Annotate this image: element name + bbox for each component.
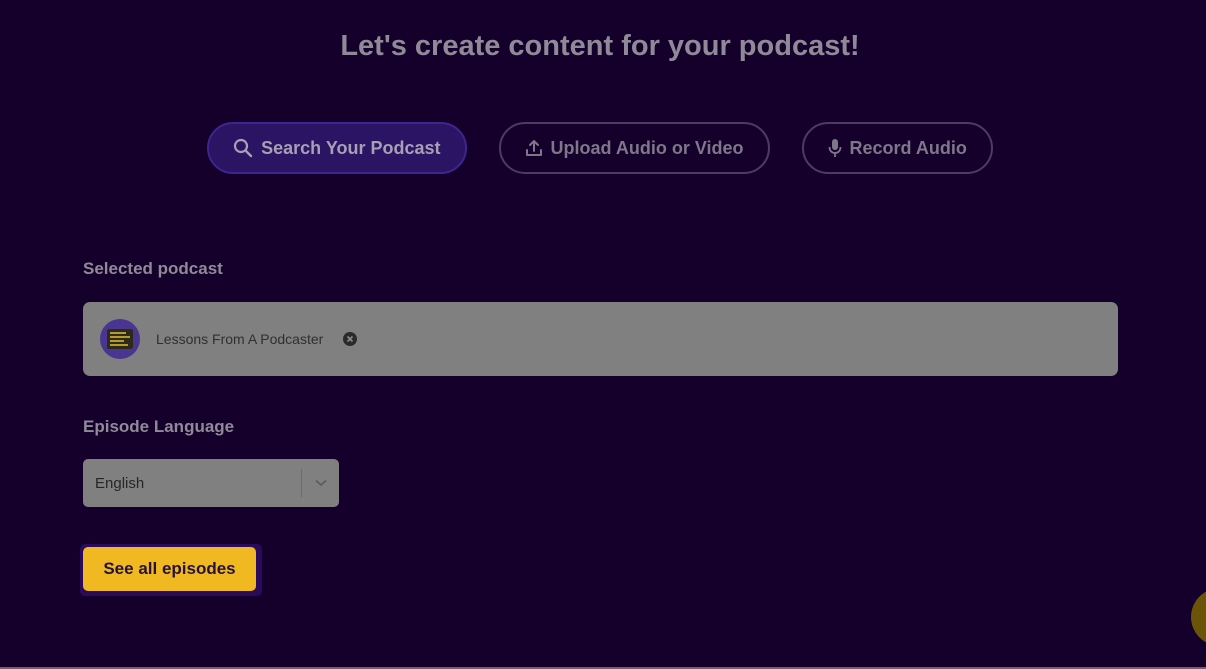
podcast-name: Lessons From A Podcaster xyxy=(156,331,324,347)
tab-record-audio[interactable]: Record Audio xyxy=(801,122,993,174)
episode-language-select[interactable]: English xyxy=(83,459,339,507)
episode-language-label: Episode Language xyxy=(83,417,235,436)
tab-search-your-podcast[interactable]: Search Your Podcast xyxy=(207,122,467,174)
see-all-episodes-focus-ring: See all episodes xyxy=(80,544,262,596)
page-title: Let's create content for your podcast! xyxy=(340,30,860,62)
tab-label: Record Audio xyxy=(849,137,967,158)
chat-launcher-button[interactable] xyxy=(1191,588,1206,646)
tab-upload-audio-or-video[interactable]: Upload Audio or Video xyxy=(498,122,770,174)
tab-label: Upload Audio or Video xyxy=(550,137,744,158)
upload-icon xyxy=(525,139,543,157)
remove-podcast-button[interactable] xyxy=(343,332,358,346)
close-icon xyxy=(347,335,354,343)
language-value: English xyxy=(95,474,145,492)
selected-podcast-field[interactable]: Lessons From A Podcaster xyxy=(83,302,1118,376)
tab-label: Search Your Podcast xyxy=(261,137,441,158)
podcast-avatar xyxy=(100,319,140,359)
chevron-down-icon[interactable] xyxy=(302,479,339,487)
microphone-icon xyxy=(828,138,842,158)
search-icon xyxy=(233,138,253,158)
source-tabs: Search Your Podcast Upload Audio or Vide… xyxy=(0,122,1200,174)
see-all-episodes-button[interactable]: See all episodes xyxy=(83,547,256,591)
selected-podcast-label: Selected podcast xyxy=(83,259,223,278)
podcast-cover-art xyxy=(107,329,133,349)
